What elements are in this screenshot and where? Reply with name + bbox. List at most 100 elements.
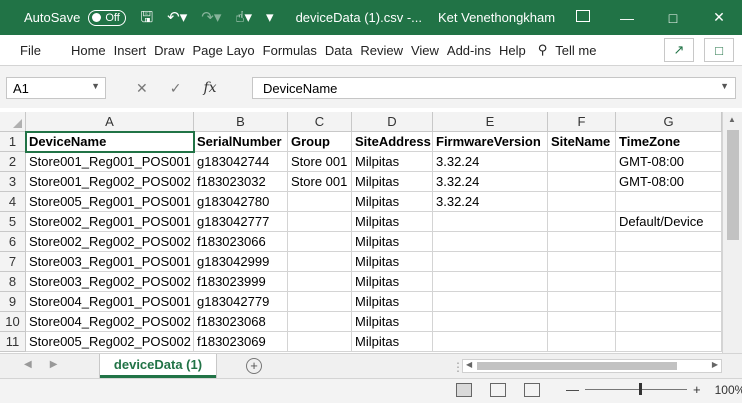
cancel-icon[interactable]: ✕: [136, 80, 148, 97]
data-cell[interactable]: g183042744: [194, 152, 288, 172]
scroll-left-icon[interactable]: ◀: [466, 360, 472, 369]
data-cell[interactable]: f183023999: [194, 272, 288, 292]
tell-me-search[interactable]: ⚲ Tell me: [538, 42, 597, 58]
data-cell[interactable]: [288, 332, 352, 352]
row-header[interactable]: 5: [0, 212, 26, 232]
data-cell[interactable]: Store005_Reg002_POS002: [26, 332, 194, 352]
share-button[interactable]: ↗: [664, 38, 694, 62]
name-box[interactable]: A1 ▼: [6, 77, 106, 99]
zoom-slider-knob[interactable]: [639, 383, 642, 395]
row-header[interactable]: 1: [0, 132, 26, 152]
data-cell[interactable]: g183042780: [194, 192, 288, 212]
tab-help[interactable]: Help: [495, 43, 530, 58]
data-cell[interactable]: [288, 192, 352, 212]
data-cell[interactable]: [548, 192, 616, 212]
ribbon-display-options-icon[interactable]: [576, 10, 590, 22]
row-header[interactable]: 11: [0, 332, 26, 352]
undo-icon[interactable]: ↶▾: [167, 10, 187, 25]
data-cell[interactable]: Store001_Reg001_POS001: [26, 152, 194, 172]
tab-page-layout[interactable]: Page Layo: [189, 43, 259, 58]
data-cell[interactable]: Store002_Reg002_POS002: [26, 232, 194, 252]
tab-home[interactable]: Home: [67, 43, 110, 58]
minimize-icon[interactable]: —: [604, 10, 650, 26]
column-header-d[interactable]: D: [352, 112, 433, 132]
data-cell[interactable]: 3.32.24: [433, 152, 548, 172]
data-cell[interactable]: [548, 252, 616, 272]
scroll-right-icon[interactable]: ▶: [712, 360, 718, 369]
data-cell[interactable]: g183042779: [194, 292, 288, 312]
data-cell[interactable]: Milpitas: [352, 212, 433, 232]
add-sheet-icon[interactable]: +: [246, 358, 262, 374]
horizontal-scroll-thumb[interactable]: [477, 362, 677, 370]
tab-formulas[interactable]: Formulas: [259, 43, 321, 58]
expand-formula-icon[interactable]: ▼: [720, 81, 729, 91]
data-cell[interactable]: [288, 272, 352, 292]
column-header-b[interactable]: B: [194, 112, 288, 132]
data-cell[interactable]: Store001_Reg002_POS002: [26, 172, 194, 192]
column-header-g[interactable]: G: [616, 112, 722, 132]
tab-review[interactable]: Review: [356, 43, 407, 58]
horizontal-scrollbar[interactable]: ◀ ▶: [462, 359, 722, 373]
data-cell[interactable]: Store 001: [288, 152, 352, 172]
scroll-up-icon[interactable]: ▲: [728, 115, 736, 124]
column-header-e[interactable]: E: [433, 112, 548, 132]
data-cell[interactable]: GMT-08:00: [616, 172, 722, 192]
header-cell[interactable]: Group: [288, 132, 352, 152]
tab-insert[interactable]: Insert: [110, 43, 151, 58]
data-cell[interactable]: g183042777: [194, 212, 288, 232]
data-cell[interactable]: Milpitas: [352, 152, 433, 172]
data-cell[interactable]: [288, 252, 352, 272]
data-cell[interactable]: [548, 172, 616, 192]
zoom-slider[interactable]: [585, 383, 687, 395]
close-icon[interactable]: ✕: [696, 9, 742, 26]
save-icon[interactable]: 🖫: [140, 10, 153, 25]
touch-mode-icon[interactable]: ☝▾: [235, 10, 252, 25]
chevron-down-icon[interactable]: ▼: [91, 81, 100, 91]
data-cell[interactable]: [288, 232, 352, 252]
column-header-f[interactable]: F: [548, 112, 616, 132]
data-cell[interactable]: Store005_Reg001_POS001: [26, 192, 194, 212]
data-cell[interactable]: [548, 312, 616, 332]
row-header[interactable]: 3: [0, 172, 26, 192]
tab-add-ins[interactable]: Add-ins: [443, 43, 495, 58]
header-cell[interactable]: FirmwareVersion: [433, 132, 548, 152]
column-header-a[interactable]: A: [26, 112, 194, 132]
previous-sheet-icon[interactable]: ◀: [24, 359, 32, 370]
data-cell[interactable]: [616, 232, 722, 252]
enter-icon[interactable]: ✓: [170, 80, 182, 97]
data-cell[interactable]: [288, 212, 352, 232]
page-layout-view-icon[interactable]: [490, 383, 506, 397]
maximize-icon[interactable]: □: [650, 10, 696, 26]
data-cell[interactable]: [616, 252, 722, 272]
select-all-button[interactable]: [0, 112, 26, 132]
data-cell[interactable]: [433, 292, 548, 312]
row-header[interactable]: 8: [0, 272, 26, 292]
formula-input[interactable]: DeviceName ▼: [252, 77, 736, 99]
header-cell[interactable]: DeviceName: [25, 131, 195, 153]
column-header-c[interactable]: C: [288, 112, 352, 132]
vertical-scrollbar[interactable]: ▲: [722, 112, 742, 353]
data-cell[interactable]: [288, 292, 352, 312]
data-cell[interactable]: Store003_Reg001_POS001: [26, 252, 194, 272]
data-cell[interactable]: Milpitas: [352, 172, 433, 192]
data-cell[interactable]: Milpitas: [352, 232, 433, 252]
data-cell[interactable]: [288, 312, 352, 332]
sheet-tab-active[interactable]: deviceData (1): [100, 354, 216, 378]
data-cell[interactable]: Store004_Reg001_POS001: [26, 292, 194, 312]
data-cell[interactable]: [548, 212, 616, 232]
data-cell[interactable]: [433, 332, 548, 352]
data-cell[interactable]: [616, 272, 722, 292]
customize-toolbar-icon[interactable]: ▾: [266, 10, 274, 25]
data-cell[interactable]: Default/Device: [616, 212, 722, 232]
insert-function-icon[interactable]: fx: [203, 80, 216, 96]
data-cell[interactable]: [616, 292, 722, 312]
data-cell[interactable]: Milpitas: [352, 252, 433, 272]
data-cell[interactable]: Milpitas: [352, 312, 433, 332]
data-cell[interactable]: [548, 272, 616, 292]
data-cell[interactable]: [548, 332, 616, 352]
data-cell[interactable]: [433, 232, 548, 252]
data-cell[interactable]: [616, 312, 722, 332]
data-cell[interactable]: f183023069: [194, 332, 288, 352]
data-cell[interactable]: [548, 152, 616, 172]
data-cell[interactable]: f183023068: [194, 312, 288, 332]
